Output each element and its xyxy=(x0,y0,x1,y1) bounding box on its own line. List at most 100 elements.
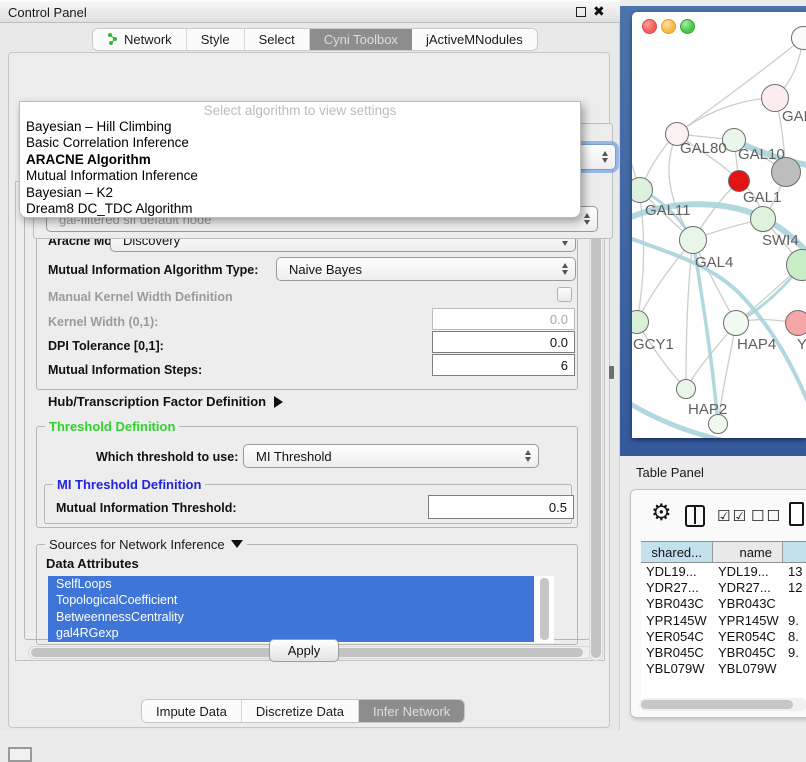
network-node-label: GAL10 xyxy=(738,146,785,163)
tab-label: jActiveMNodules xyxy=(426,32,523,47)
network-node[interactable] xyxy=(632,177,653,203)
cyni-toolbox-panel: gal-filtered sif default node Select alg… xyxy=(8,52,610,728)
data-attribute-item[interactable]: BetweennessCentrality xyxy=(48,609,534,625)
algorithm-dropdown-item[interactable]: Bayesian – K2 xyxy=(20,185,580,201)
hub-definition-toggle[interactable]: Hub/Transcription Factor Definition xyxy=(48,394,283,409)
network-node-label: GAL xyxy=(782,108,806,125)
panel-divider-grip[interactable] xyxy=(609,366,614,379)
zoom-window-icon[interactable] xyxy=(680,19,695,34)
algorithm-dropdown-item[interactable]: Dream8 DC_TDC Algorithm xyxy=(20,201,580,217)
algorithm-dropdown-item[interactable]: Bayesian – Hill Climbing xyxy=(20,119,580,135)
table-body: YDL19... YDL19... 13 YDR27... YDR27... 1… xyxy=(641,564,806,678)
column-header-partial[interactable] xyxy=(783,542,806,562)
network-node-label: GCY1 xyxy=(633,336,674,353)
sources-title: Sources for Network Inference xyxy=(49,537,225,552)
table-row[interactable]: YDL19... YDL19... 13 xyxy=(641,564,806,580)
dpi-tolerance-field[interactable]: 0.0 xyxy=(432,331,575,353)
tab-label: Discretize Data xyxy=(256,704,344,719)
network-node[interactable] xyxy=(786,249,806,281)
network-view-frame: GALGAL80GAL10GAL1GAL11GAL4SWI4GCY1HAP4YH… xyxy=(620,6,806,456)
kernel-width-field[interactable]: 0.0 xyxy=(432,308,575,330)
column-header-shared-name[interactable]: shared... xyxy=(641,542,713,562)
data-attributes-list: SelfLoopsTopologicalCoefficientBetweenne… xyxy=(48,576,554,643)
node-table: shared... name YDL19... YDL19... 13 YDR2… xyxy=(641,541,806,701)
deselect-all-checkboxes-icon[interactable]: ☐☐ xyxy=(751,507,782,525)
tab-label: Select xyxy=(259,32,295,47)
network-nodes-layer: GALGAL80GAL10GAL1GAL11GAL4SWI4GCY1HAP4YH… xyxy=(632,12,806,438)
manual-kernel-label: Manual Kernel Width Definition xyxy=(48,290,233,304)
tab-cyni-toolbox[interactable]: Cyni Toolbox xyxy=(310,29,412,50)
mi-steps-field[interactable]: 6 xyxy=(432,354,575,376)
gear-icon[interactable]: ⚙ xyxy=(651,499,672,526)
tab-jactivemnodules[interactable]: jActiveMNodules xyxy=(412,29,537,50)
mi-type-label: Mutual Information Algorithm Type: xyxy=(48,263,258,277)
table-panel-window: ⚙ ☑☑ ☐☐ shared... name YDL19... YDL19...… xyxy=(630,489,806,718)
stepper-arrows-icon xyxy=(562,263,568,275)
float-panel-icon[interactable] xyxy=(576,7,586,17)
tab-network[interactable]: Network xyxy=(93,29,187,50)
close-window-icon[interactable] xyxy=(642,19,657,34)
table-header-row: shared... name xyxy=(641,541,806,563)
select-all-checkboxes-icon[interactable]: ☑☑ xyxy=(717,507,748,525)
tab-select[interactable]: Select xyxy=(245,29,310,50)
mi-threshold-field[interactable]: 0.5 xyxy=(428,495,574,519)
close-panel-icon[interactable]: ✖ xyxy=(593,3,605,20)
which-threshold-value: MI Threshold xyxy=(256,449,332,464)
network-node[interactable] xyxy=(750,206,776,232)
minimize-window-icon[interactable] xyxy=(661,19,676,34)
hub-definition-label: Hub/Transcription Factor Definition xyxy=(48,394,266,409)
mi-type-combobox[interactable]: Naive Bayes xyxy=(276,257,576,281)
document-icon[interactable] xyxy=(789,502,804,526)
settings-vertical-scrollbar[interactable] xyxy=(589,183,603,661)
minimized-panel-icon[interactable] xyxy=(8,747,32,762)
network-node[interactable] xyxy=(676,379,696,399)
sources-toggle[interactable]: Sources for Network Inference xyxy=(45,537,247,552)
tab-discretize-data[interactable]: Discretize Data xyxy=(242,700,359,722)
table-horizontal-scrollbar[interactable] xyxy=(639,698,806,711)
control-panel-window: Control Panel ✖ Network Style Select Cyn… xyxy=(0,0,620,730)
table-row[interactable]: YER054C YER054C 8. xyxy=(641,629,806,645)
split-columns-icon[interactable] xyxy=(685,505,705,527)
tab-impute-data[interactable]: Impute Data xyxy=(142,700,242,722)
manual-kernel-checkbox[interactable] xyxy=(557,287,572,302)
which-threshold-combobox[interactable]: MI Threshold xyxy=(243,444,539,468)
table-row[interactable]: YPR145W YPR145W 9. xyxy=(641,613,806,629)
table-panel-title: Table Panel xyxy=(636,465,704,480)
apply-button[interactable]: Apply xyxy=(269,639,339,662)
table-row[interactable]: YBL079W YBL079W xyxy=(641,661,806,677)
network-view-window[interactable]: GALGAL80GAL10GAL1GAL11GAL4SWI4GCY1HAP4YH… xyxy=(632,12,806,438)
tab-infer-network[interactable]: Infer Network xyxy=(359,700,464,722)
stepper-arrows-icon xyxy=(602,151,608,163)
list-scrollbar[interactable] xyxy=(540,578,549,640)
table-row[interactable]: YBR045C YBR045C 9. xyxy=(641,645,806,661)
table-row[interactable]: YDR27... YDR27... 12 xyxy=(641,580,806,596)
algorithm-dropdown-item[interactable]: ARACNE Algorithm xyxy=(20,152,580,168)
stepper-arrows-icon xyxy=(525,450,531,462)
data-attribute-item[interactable]: SelfLoops xyxy=(48,576,534,592)
algorithm-dropdown-item[interactable]: Basic Correlation Inference xyxy=(20,135,580,151)
mi-threshold-label: Mutual Information Threshold: xyxy=(56,501,237,515)
table-row[interactable]: YLR345W YLR345W 9. xyxy=(641,677,806,678)
algorithm-dropdown-popup: Select algorithm to view settings Bayesi… xyxy=(19,101,581,218)
control-panel-tabbar: Network Style Select Cyni Toolbox jActiv… xyxy=(92,28,538,51)
table-row[interactable]: YBR043C YBR043C xyxy=(641,596,806,612)
data-attribute-item[interactable]: TopologicalCoefficient xyxy=(48,592,534,608)
control-panel-titlebar: Control Panel ✖ xyxy=(0,0,620,23)
tab-label: Cyni Toolbox xyxy=(324,32,398,47)
network-node[interactable] xyxy=(785,310,806,336)
network-node[interactable] xyxy=(723,310,749,336)
network-node-label: GAL80 xyxy=(680,140,727,157)
tab-style[interactable]: Style xyxy=(187,29,245,50)
column-header-name[interactable]: name xyxy=(713,542,783,562)
network-window-titlebar xyxy=(632,12,806,44)
group-title: MI Threshold Definition xyxy=(53,477,205,492)
network-node[interactable] xyxy=(632,310,649,334)
algorithm-dropdown-item[interactable]: Mutual Information Inference xyxy=(20,168,580,184)
data-attributes-label: Data Attributes xyxy=(46,556,139,571)
network-node[interactable] xyxy=(679,226,707,254)
network-tab-icon xyxy=(107,32,119,48)
network-node-label: GAL4 xyxy=(695,254,733,271)
network-node-label: GAL1 xyxy=(743,189,781,206)
bottom-tabbar: Impute Data Discretize Data Infer Networ… xyxy=(141,699,465,723)
mi-steps-label: Mutual Information Steps: xyxy=(48,363,202,377)
